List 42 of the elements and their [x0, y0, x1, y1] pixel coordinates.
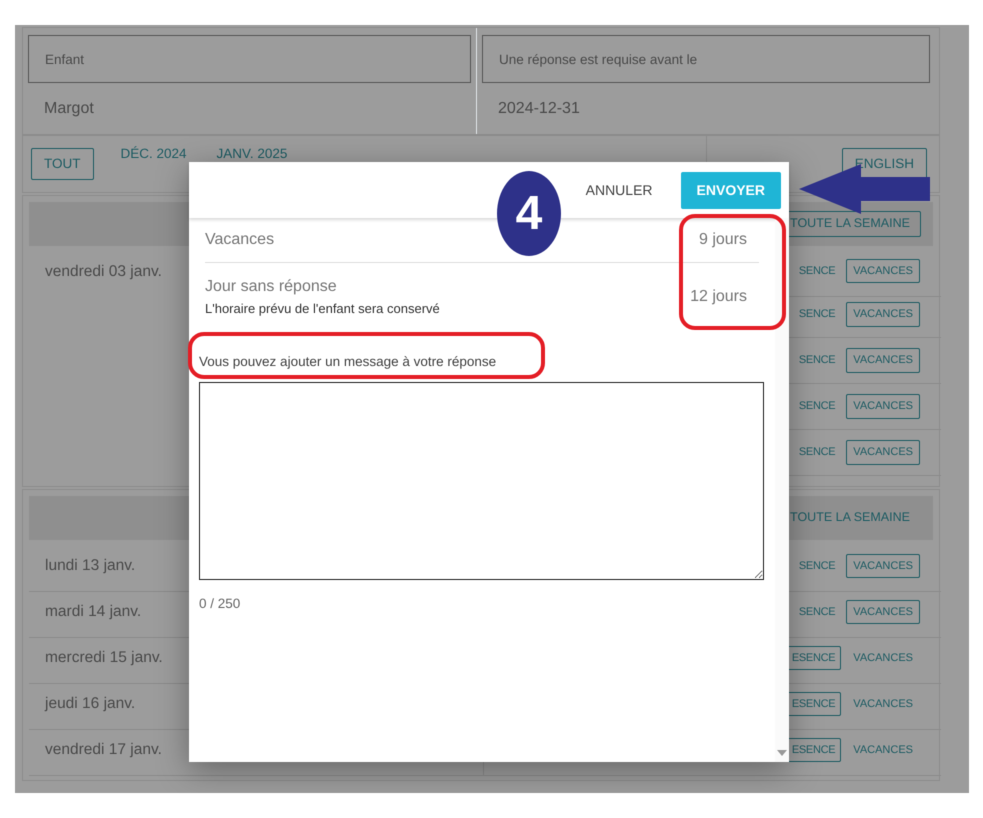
character-counter: 0 / 250	[199, 595, 242, 614]
day-label: jeudi 16 janv.	[45, 695, 136, 712]
message-label: Vous pouvez ajouter un message à votre réponse	[199, 353, 498, 371]
message-field[interactable]	[199, 382, 764, 580]
summary-note: L'horaire prévu de l'enfant sera conservé	[205, 300, 440, 318]
day-label: vendredi 03 janv.	[45, 263, 162, 280]
presence-button[interactable]: SENCE	[751, 554, 842, 578]
field-label: Une réponse est requise avant le	[499, 52, 698, 67]
presence-button[interactable]: SENCE	[751, 348, 842, 373]
send-button[interactable]: ENVOYER	[680, 172, 781, 208]
summary-value: 9 jours	[698, 230, 748, 250]
presence-button[interactable]: SENCE	[751, 394, 842, 419]
vacation-button[interactable]: VACANCES	[846, 394, 920, 419]
vacation-button[interactable]: VACANCES	[846, 646, 920, 670]
week-button[interactable]: TOUTE LA SEMAINE	[779, 505, 921, 531]
day-label: mardi 14 janv.	[45, 603, 142, 620]
field-value: 2024-12-31	[497, 99, 581, 119]
field-value: Margot	[43, 99, 95, 119]
vacation-button[interactable]: VACANCES	[846, 554, 920, 578]
field-label: Enfant	[45, 52, 84, 67]
vacation-button[interactable]: VACANCES	[846, 738, 920, 762]
vacation-button[interactable]: VACANCES	[846, 440, 920, 465]
presence-button[interactable]: SENCE	[751, 440, 842, 465]
summary-label: Vacances	[205, 230, 274, 250]
vacation-button[interactable]: VACANCES	[846, 692, 920, 716]
day-label: lundi 13 janv.	[45, 557, 136, 574]
filter-tab[interactable]: TOUT	[31, 148, 94, 180]
summary-label: Jour sans réponse	[205, 276, 338, 297]
vacation-button[interactable]: VACANCES	[846, 259, 920, 284]
filter-tab[interactable]: JANV. 2025	[206, 141, 298, 168]
cancel-button[interactable]: ANNULER	[580, 178, 659, 202]
day-label: vendredi 17 janv.	[45, 741, 162, 758]
vacation-button[interactable]: VACANCES	[846, 348, 920, 373]
presence-button[interactable]: SENCE	[751, 259, 842, 284]
day-label: mercredi 15 janv.	[45, 649, 163, 666]
scroll-down-icon[interactable]	[777, 750, 787, 756]
presence-button[interactable]: SENCE	[751, 302, 842, 327]
presence-button[interactable]: SENCE	[751, 600, 842, 624]
vacation-button[interactable]: VACANCES	[846, 600, 920, 624]
filter-tab[interactable]: DÉC. 2024	[110, 141, 198, 168]
vacation-button[interactable]: VACANCES	[846, 302, 920, 327]
summary-value: 12 jours	[690, 286, 748, 306]
